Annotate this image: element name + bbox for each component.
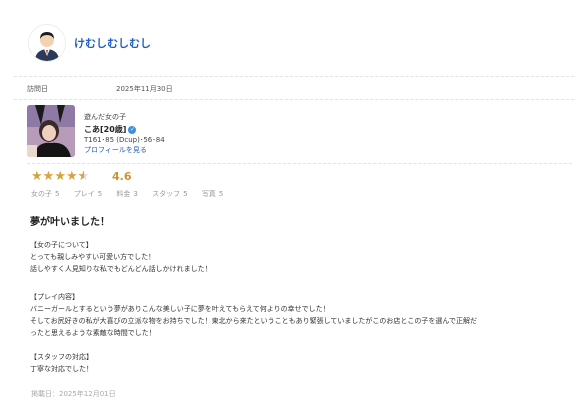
posted-date: 掲載日：2025年12月01日 xyxy=(31,390,116,398)
review-line: 【プレイ内容】 xyxy=(30,293,79,301)
score-girl: 女の子 5 xyxy=(31,190,65,198)
review-line: とっても親しみやすい可愛い方でした！ xyxy=(30,253,156,261)
score-staff: スタッフ 5 xyxy=(152,190,193,198)
girl-photo[interactable] xyxy=(27,105,75,157)
score-label: 料金 xyxy=(116,190,131,198)
girl-name: こあ[20歳] ✓ xyxy=(84,124,137,135)
divider-top xyxy=(14,76,574,77)
review-line: 丁寧な対応でした！ xyxy=(30,365,93,373)
score-label: プレイ xyxy=(73,190,95,198)
username[interactable]: けむしむしむし xyxy=(74,35,151,51)
star-icon: ★ xyxy=(65,169,78,184)
girl-section-label: 遊んだ女の子 xyxy=(84,113,126,121)
review-line: 【スタッフの対応】 xyxy=(30,353,93,361)
star-icon: ★ xyxy=(54,169,66,184)
score-label: 女の子 xyxy=(31,190,52,198)
divider-girl xyxy=(27,163,572,164)
score-label: 写真 xyxy=(201,190,216,198)
star-half-icon: ★ ★ xyxy=(77,169,90,184)
score-price: 料金 3 xyxy=(116,190,143,198)
rating-stars: ★★★★★ ★ xyxy=(31,170,89,184)
score-value: 5 xyxy=(183,190,188,198)
girl-photo-image xyxy=(27,105,75,157)
score-photo: 写真 5 xyxy=(202,190,229,198)
review-line: 話しやすく人見知りな私でもどんどん話しかけれました！ xyxy=(30,265,212,273)
rating-value: 4.6 xyxy=(112,170,132,183)
review-line: そしてお尻好きの私が大喜びの立派な物をお持ちでした！東北から来たということもあり… xyxy=(30,317,478,325)
profile-link[interactable]: プロフィールを見る xyxy=(84,145,147,155)
star-icon: ★ xyxy=(42,169,55,184)
score-play: プレイ 5 xyxy=(74,190,108,198)
score-value: 5 xyxy=(55,190,60,198)
score-breakdown: 女の子 5 プレイ 5 料金 3 スタッフ 5 写真 5 xyxy=(31,189,235,199)
visit-date-value: 2025年11月30日 xyxy=(116,85,173,93)
verified-check-icon: ✓ xyxy=(128,125,137,134)
divider-visit xyxy=(14,99,574,100)
girl-name-text: こあ[20歳] xyxy=(84,125,127,134)
score-value: 5 xyxy=(218,190,224,198)
review-line: ったと思えるような素敵な時間でした！ xyxy=(30,329,156,337)
user-avatar-icon xyxy=(29,25,65,61)
score-value: 5 xyxy=(97,190,103,198)
user-avatar[interactable] xyxy=(28,24,66,62)
score-label: スタッフ xyxy=(152,190,181,198)
review-title: 夢が叶いました！ xyxy=(30,217,110,228)
review-line: バニーガールとするという夢がありこんな美しい子に夢を叶えてもらえて何よりの幸せで… xyxy=(30,305,330,313)
star-icon: ★ xyxy=(31,169,43,184)
review-line: 【女の子について】 xyxy=(30,241,93,249)
score-value: 3 xyxy=(133,190,138,198)
girl-measurements: T161･85 (Dcup)･56･84 xyxy=(84,136,165,144)
visit-date-label: 訪問日 xyxy=(27,85,48,93)
